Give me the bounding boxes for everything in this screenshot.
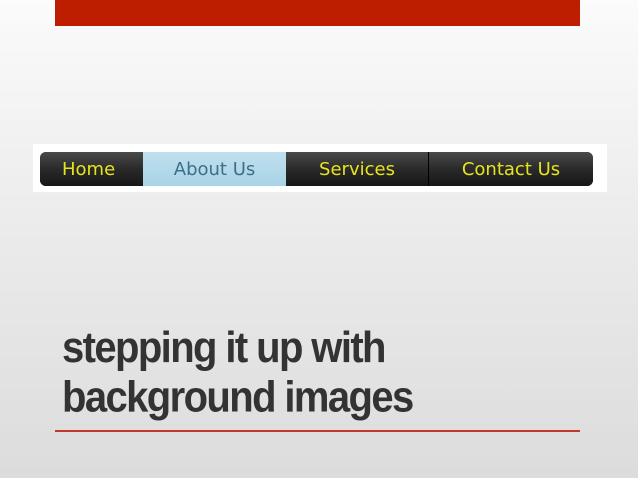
nav-item-home[interactable]: Home <box>40 152 143 186</box>
nav-item-about-us[interactable]: About Us <box>143 152 286 186</box>
nav-item-services[interactable]: Services <box>286 152 429 186</box>
nav-menu: Home About Us Services Contact Us <box>40 152 593 186</box>
title-underline <box>55 430 580 432</box>
slide-title-line-1: stepping it up with <box>62 324 386 372</box>
nav-item-contact-us[interactable]: Contact Us <box>429 152 593 186</box>
top-accent-bar <box>55 0 580 26</box>
slide-title: stepping it up with background images <box>62 323 582 422</box>
slide-title-line-2: background images <box>62 373 414 422</box>
nav-bar-image: Home About Us Services Contact Us <box>33 144 607 192</box>
